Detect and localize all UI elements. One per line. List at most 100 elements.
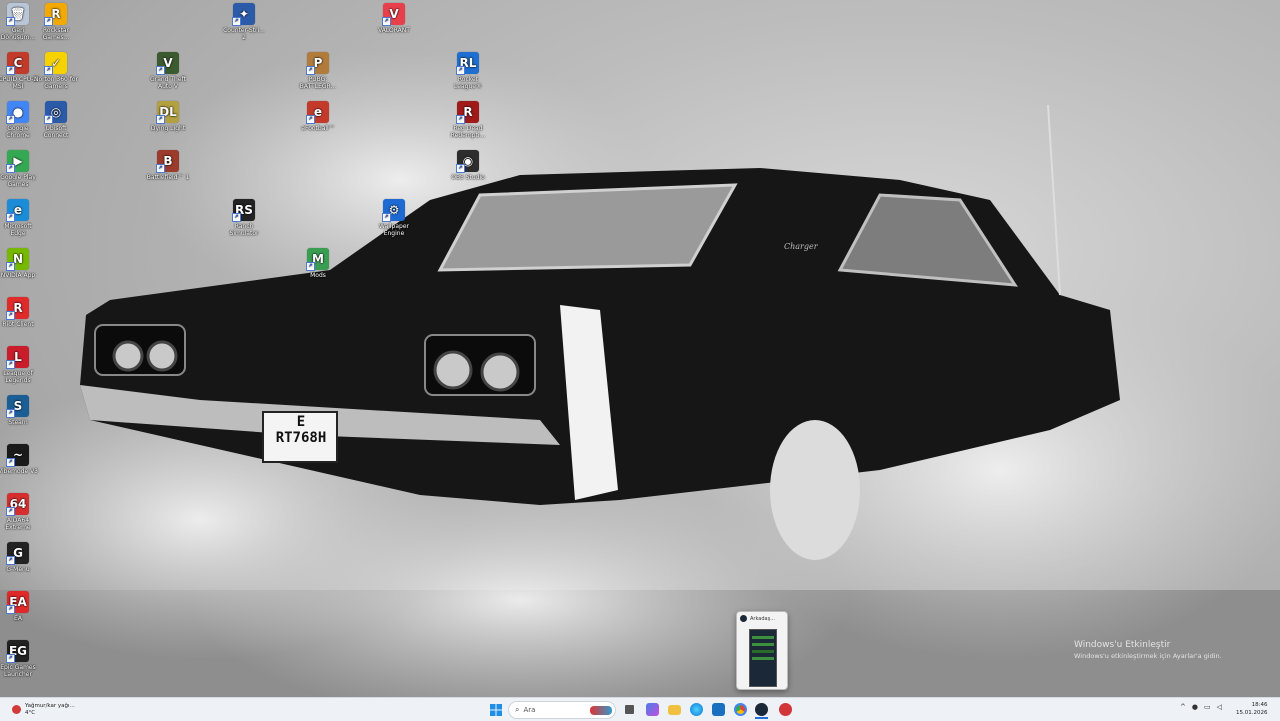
desktop-icon-edge[interactable]: e ↗ Microsoft Edge	[0, 199, 40, 237]
desktop-icon-gta[interactable]: V ↗ Grand Theft Auto V	[146, 52, 190, 90]
desktop-icon-mods[interactable]: M ↗ Mods	[296, 248, 340, 279]
riot-taskbar-button[interactable]	[779, 702, 792, 717]
edge-icon: e ↗	[6, 199, 29, 222]
weather-temp: 4°C	[25, 709, 36, 716]
shortcut-arrow-icon: ↗	[6, 17, 15, 26]
mail-button[interactable]	[712, 702, 725, 717]
mail-icon	[712, 703, 725, 716]
search-placeholder: Ara	[523, 706, 536, 714]
epic-icon: EG ↗	[6, 640, 29, 663]
shortcut-arrow-icon: ↗	[382, 213, 391, 222]
desktop-icon-norton[interactable]: ✓ ↗ Norton 360 for Gamers	[34, 52, 78, 90]
desktop-icon-valorant[interactable]: V ↗ VALORANT	[372, 3, 416, 34]
store-button[interactable]	[646, 702, 659, 717]
desktop-icon-rocket-league[interactable]: RL ↗ Rocket League®	[446, 52, 490, 90]
desktop-icon-label: Riot Client	[2, 321, 34, 328]
desktop-icon-efootball[interactable]: e ↗ eFootball™	[296, 101, 340, 132]
steam-taskbar-button[interactable]	[755, 702, 768, 719]
steam-icon	[755, 703, 768, 716]
efootball-icon: e ↗	[306, 101, 329, 124]
weather-widget[interactable]: Yağmur/kar yağı... 4°C	[12, 700, 75, 719]
mic-icon[interactable]: ●	[1192, 703, 1198, 711]
shortcut-arrow-icon: ↗	[306, 262, 315, 271]
valorant-icon: V ↗	[382, 3, 405, 26]
start-button[interactable]	[489, 702, 503, 717]
shortcut-arrow-icon: ↗	[156, 115, 165, 124]
shortcut-arrow-icon: ↗	[306, 66, 315, 75]
plate-line-1: E	[296, 414, 306, 430]
shortcut-arrow-icon: ↗	[6, 605, 15, 614]
desktop-icon-label: Steam	[8, 419, 28, 426]
desktop-icon-dying-light[interactable]: DL ↗ Dying Light	[146, 101, 190, 132]
system-tray: ^ ● ▭ ◁	[1180, 703, 1222, 711]
vibemode-icon: ~ ↗	[6, 444, 29, 467]
desktop-icon-ranch[interactable]: RS ↗ Ranch Simulator	[222, 199, 266, 237]
desktop-icon-rockstar[interactable]: R ↗ Rockstar Games...	[34, 3, 78, 41]
search-box[interactable]: ⌕ Ara	[508, 701, 616, 719]
ubisoft-icon: ◎ ↗	[44, 101, 67, 124]
chrome-icon: ● ↗	[6, 101, 29, 124]
shortcut-arrow-icon: ↗	[156, 164, 165, 173]
folder-icon	[668, 704, 681, 715]
desktop-icon-label: Battlefield™ 1	[146, 174, 190, 181]
shortcut-arrow-icon: ↗	[6, 556, 15, 565]
desktop-icon-ubisoft[interactable]: ◎ ↗ Ubisoft Connect	[34, 101, 78, 139]
volume-icon[interactable]: ◁	[1217, 703, 1222, 711]
desktop-icon-obs[interactable]: ◉ ↗ OBS Studio	[446, 150, 490, 181]
edge-button[interactable]	[690, 702, 703, 717]
shortcut-arrow-icon: ↗	[6, 164, 15, 173]
desktop-icon-steam[interactable]: S ↗ Steam	[0, 395, 40, 426]
desktop-icon-label: OBS Studio	[451, 174, 485, 181]
shortcut-arrow-icon: ↗	[44, 17, 53, 26]
desktop-icon-wallpaper[interactable]: ⚙ ↗ Wallpaper Engine	[372, 199, 416, 237]
desktop-icon-rdr2[interactable]: R ↗ Red Dead Redempti...	[446, 101, 490, 139]
chrome-button[interactable]	[734, 702, 747, 717]
desktop-icon-ea[interactable]: EA ↗ EA	[0, 591, 40, 622]
clock[interactable]: 18:46 15.01.2026	[1236, 701, 1268, 717]
shortcut-arrow-icon: ↗	[6, 311, 15, 320]
preview-title: Arkadaş...	[750, 615, 775, 622]
desktop-icon-label: Rockstar Games...	[42, 27, 70, 41]
counter-strike-icon: ✦ ↗	[232, 3, 255, 26]
desktop-icon-vibemode[interactable]: ~ ↗ Vibemode V3	[0, 444, 40, 475]
dying-light-icon: DL ↗	[156, 101, 179, 124]
steam-icon	[740, 615, 747, 622]
desktop-icon-label: Wallpaper Engine	[378, 223, 409, 237]
desktop-icon-play-games[interactable]: ▶ ↗ Google Play Games	[0, 150, 40, 188]
wallpaper-car	[0, 50, 1280, 697]
desktop-icon-riot[interactable]: R ↗ Riot Client	[0, 297, 40, 328]
gta-icon: V ↗	[156, 52, 179, 75]
desktop-icon-pubg[interactable]: P ↗ PUBG: BATTLEGR...	[296, 52, 340, 90]
steam-icon: S ↗	[6, 395, 29, 418]
search-highlight-icon	[590, 705, 612, 715]
ea-icon: EA ↗	[6, 591, 29, 614]
desktop-icon-epic[interactable]: EG ↗ Epic Games Launcher	[0, 640, 40, 678]
shortcut-arrow-icon: ↗	[6, 262, 15, 271]
taskview-button[interactable]	[623, 702, 635, 717]
chevron-up-icon[interactable]: ^	[1180, 703, 1186, 711]
wallpaper-icon: ⚙ ↗	[382, 199, 405, 222]
desktop-icon-label: Epic Games Launcher	[0, 664, 36, 678]
watermark-subtitle: Windows'u etkinleştirmek için Ayarlar'a …	[1074, 652, 1222, 660]
weather-icon	[12, 705, 21, 714]
desktop-icon-counter-strike[interactable]: ✦ ↗ Counter-Stri... 2	[222, 3, 266, 41]
taskbar-thumbnail-preview[interactable]: Arkadaş...	[736, 611, 788, 690]
gmenu-icon: G ↗	[6, 542, 29, 565]
windows-icon	[490, 703, 502, 716]
plate-line-2: RT768H	[275, 430, 327, 446]
search-icon: ⌕	[515, 705, 520, 714]
lol-icon: L ↗	[6, 346, 29, 369]
shortcut-arrow-icon: ↗	[6, 654, 15, 663]
desktop-icon-nvidia[interactable]: N ↗ NVIDIA App	[0, 248, 40, 279]
shortcut-arrow-icon: ↗	[456, 66, 465, 75]
battlefield-icon: B ↗	[156, 150, 179, 173]
desktop-icon-battlefield[interactable]: B ↗ Battlefield™ 1	[146, 150, 190, 181]
desktop-icon-aida[interactable]: 64 ↗ AIDA64 Extreme	[0, 493, 40, 531]
file-explorer-button[interactable]	[668, 702, 681, 717]
desktop-icon-gmenu[interactable]: G ↗ G-Menu	[0, 542, 40, 573]
activation-watermark: Windows'u Etkinleştir Windows'u etkinleş…	[1074, 640, 1222, 660]
desktop-icon-lol[interactable]: L ↗ League of Legends	[0, 346, 40, 384]
network-icon[interactable]: ▭	[1204, 703, 1211, 711]
shortcut-arrow-icon: ↗	[6, 66, 15, 75]
desktop-icon-label: Mods	[310, 272, 326, 279]
